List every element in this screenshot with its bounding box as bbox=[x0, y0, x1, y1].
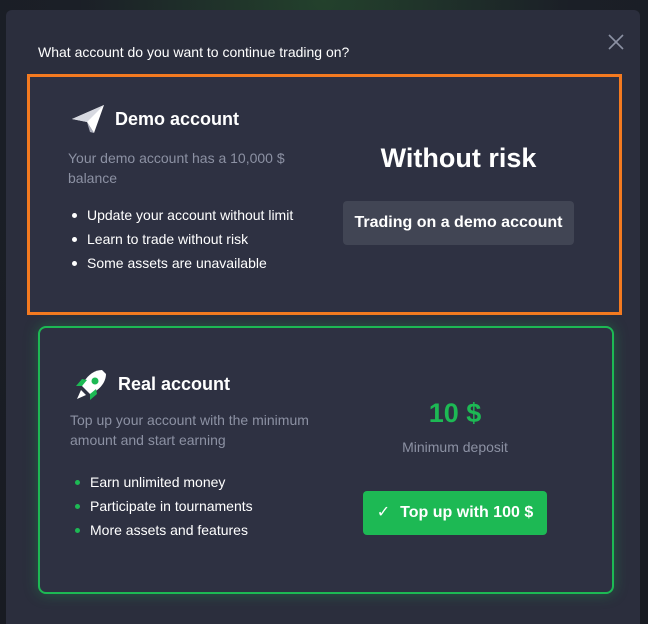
close-icon bbox=[608, 34, 624, 50]
modal-title: What account do you want to continue tra… bbox=[38, 44, 350, 60]
real-account-title: Real account bbox=[118, 374, 231, 394]
real-account-card[interactable]: Real account Top up your account with th… bbox=[38, 326, 614, 594]
demo-account-description: Your demo account has a 10,000 $ balance bbox=[68, 150, 285, 186]
minimum-deposit-label: Minimum deposit bbox=[402, 439, 508, 455]
close-button[interactable] bbox=[606, 32, 626, 52]
checkmark-icon: ✓ bbox=[376, 504, 391, 521]
list-item: Participate in tournaments bbox=[70, 494, 253, 518]
demo-headline: Without risk bbox=[380, 143, 537, 173]
demo-account-card[interactable]: Demo account Your demo account has a 10,… bbox=[27, 74, 622, 315]
list-item: Some assets are unavailable bbox=[67, 251, 293, 275]
demo-account-title: Demo account bbox=[115, 109, 240, 129]
minimum-deposit-amount: 10 $ bbox=[428, 398, 482, 428]
rocket-icon bbox=[72, 366, 110, 409]
paper-plane-icon bbox=[70, 103, 106, 140]
list-item: Earn unlimited money bbox=[70, 470, 253, 494]
top-up-button-label: Top up with 100 $ bbox=[400, 504, 534, 521]
trade-demo-button[interactable]: Trading on a demo account bbox=[343, 201, 574, 245]
real-account-description: Top up your account with the minimum amo… bbox=[70, 412, 309, 448]
demo-features-list: Update your account without limit Learn … bbox=[67, 203, 293, 275]
list-item: Learn to trade without risk bbox=[67, 227, 293, 251]
account-select-modal: What account do you want to continue tra… bbox=[6, 10, 640, 624]
real-features-list: Earn unlimited money Participate in tour… bbox=[70, 470, 253, 542]
list-item: Update your account without limit bbox=[67, 203, 293, 227]
top-up-button[interactable]: ✓ Top up with 100 $ bbox=[363, 491, 547, 535]
list-item: More assets and features bbox=[70, 518, 253, 542]
